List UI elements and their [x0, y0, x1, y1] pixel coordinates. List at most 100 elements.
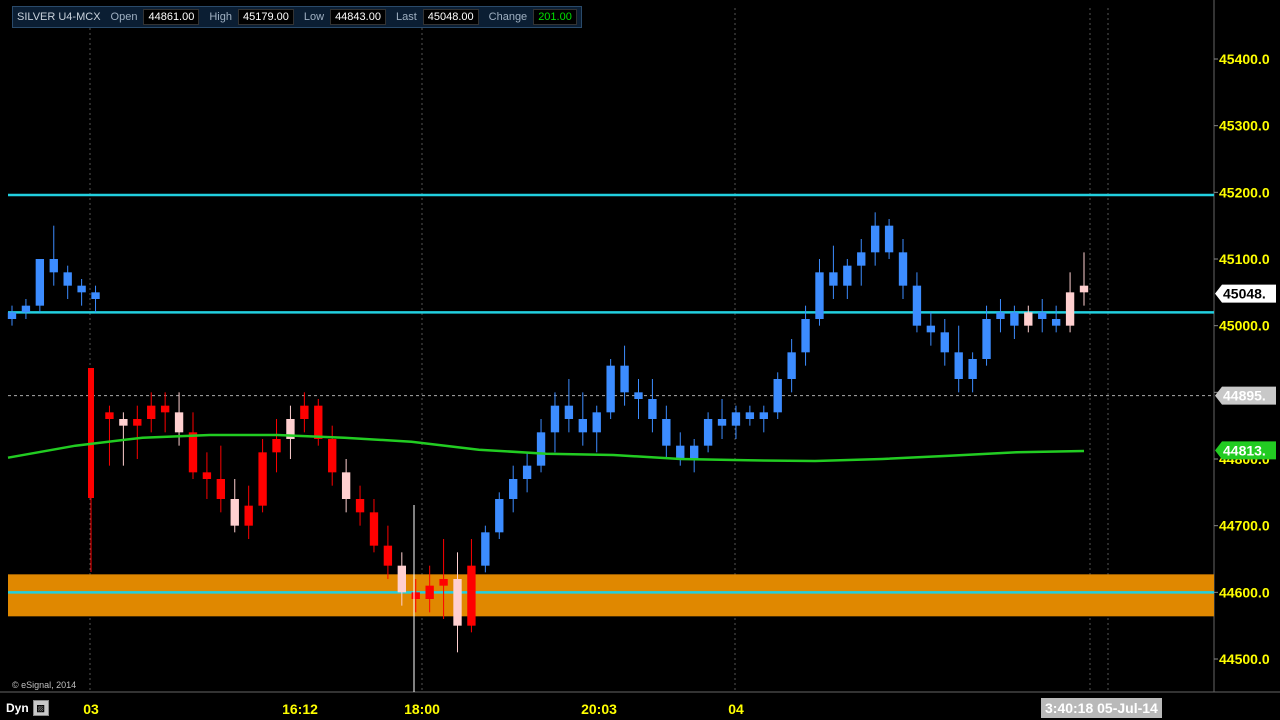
candle-body: [383, 545, 393, 566]
change-label: Change: [488, 11, 528, 23]
x-tick-label: 18:00: [404, 701, 440, 717]
price-tag-label: 45048.: [1223, 286, 1266, 302]
candle-body: [690, 445, 699, 459]
quote-bar: SILVER U4-MCX Open 44861.00 High 45179.0…: [12, 6, 582, 28]
low-label: Low: [303, 11, 325, 23]
candle-body: [21, 305, 31, 313]
candle-body: [509, 479, 518, 499]
candle-body: [1024, 312, 1033, 326]
candle-body: [606, 365, 615, 413]
y-tick-label: 45200.0: [1219, 184, 1270, 200]
candle-body: [160, 405, 170, 413]
copyright-label: © eSignal, 2014: [12, 680, 77, 690]
change-value: 201.00: [533, 9, 577, 25]
candle-body: [717, 419, 727, 426]
candle-body: [453, 579, 462, 626]
chart-panel[interactable]: 45400.045300.045200.045100.045000.044900…: [0, 0, 1280, 720]
candle-body: [119, 419, 128, 426]
price-chart[interactable]: 45400.045300.045200.045100.045000.044900…: [0, 0, 1280, 720]
candle-body: [648, 399, 657, 419]
candle-body: [578, 419, 587, 433]
candle-body: [662, 419, 671, 446]
candle-body: [996, 312, 1005, 319]
candle-body: [1010, 312, 1019, 326]
candle-body: [815, 272, 824, 319]
candle-body: [592, 412, 601, 433]
candle-body: [91, 292, 100, 299]
candle-body: [1051, 319, 1061, 326]
candle-body: [174, 412, 184, 433]
candle-body: [355, 499, 365, 513]
candle-body: [536, 432, 546, 466]
y-tick-label: 44700.0: [1219, 518, 1270, 534]
candle-body: [411, 592, 420, 599]
candle-body: [230, 499, 239, 526]
candle-body: [133, 419, 142, 426]
candle-body: [216, 479, 226, 499]
open-value: 44861.00: [143, 9, 200, 25]
candle-body: [1065, 292, 1075, 326]
candle-body: [1079, 285, 1089, 293]
candle-body: [341, 472, 351, 499]
lock-icon[interactable]: ▨: [32, 700, 49, 716]
candle-body: [884, 225, 894, 253]
candle-body: [926, 325, 936, 333]
candle-body: [328, 439, 337, 473]
candle-body: [105, 412, 114, 419]
last-label: Last: [395, 11, 417, 23]
candle-body: [940, 332, 949, 353]
x-tick-label: 04: [728, 701, 744, 717]
price-tag-label: 44813.: [1223, 442, 1266, 458]
candle-body: [300, 405, 309, 419]
candle-body: [968, 359, 977, 379]
high-label: High: [209, 11, 232, 23]
candle-body: [912, 285, 922, 326]
candle-body: [773, 379, 782, 413]
candle-body: [843, 265, 852, 286]
candle-body: [35, 259, 45, 306]
candle-body: [731, 412, 741, 426]
candle-body: [870, 225, 880, 253]
x-tick-label: 16:12: [282, 701, 318, 717]
candle-body: [829, 272, 838, 286]
candle-body: [188, 432, 198, 473]
candle-body: [244, 505, 253, 526]
moving-average-line: [7, 433, 1085, 463]
y-tick-label: 44500.0: [1219, 651, 1270, 667]
candle-body: [202, 472, 212, 479]
candle-body: [88, 368, 94, 498]
x-tick-label: 20:03: [581, 701, 617, 717]
y-tick-label: 45400.0: [1219, 51, 1270, 67]
y-tick-label: 45100.0: [1219, 251, 1270, 267]
candle-body: [49, 259, 58, 273]
candle-body: [425, 585, 434, 599]
candle-body: [801, 319, 810, 353]
candle-body: [522, 465, 532, 479]
candle-body: [147, 405, 156, 419]
candle-body: [63, 272, 72, 286]
candle-body: [77, 285, 86, 293]
candle-body: [564, 405, 574, 419]
candle-body: [857, 252, 866, 266]
support-zone: [8, 574, 1214, 617]
x-tick-label: 03: [83, 701, 99, 717]
candle-body: [634, 392, 643, 399]
last-value: 45048.00: [422, 9, 479, 25]
candle-body: [550, 405, 560, 433]
candle-body: [787, 352, 796, 379]
candle-body: [745, 412, 755, 419]
candle-body: [314, 405, 323, 439]
y-tick-label: 45300.0: [1219, 118, 1270, 134]
symbol-label: SILVER U4-MCX: [17, 11, 101, 23]
candle-body: [898, 252, 908, 286]
price-tag-label: 44895.: [1223, 388, 1266, 404]
candle-body: [369, 512, 379, 546]
candle-body: [467, 565, 476, 626]
candle-body: [7, 312, 17, 319]
candle-body: [703, 419, 713, 446]
candle-body: [495, 499, 504, 533]
y-tick-label: 45000.0: [1219, 318, 1270, 334]
dyn-control[interactable]: Dyn ▨: [6, 699, 49, 717]
candle-body: [676, 445, 685, 459]
low-value: 44843.00: [330, 9, 386, 25]
